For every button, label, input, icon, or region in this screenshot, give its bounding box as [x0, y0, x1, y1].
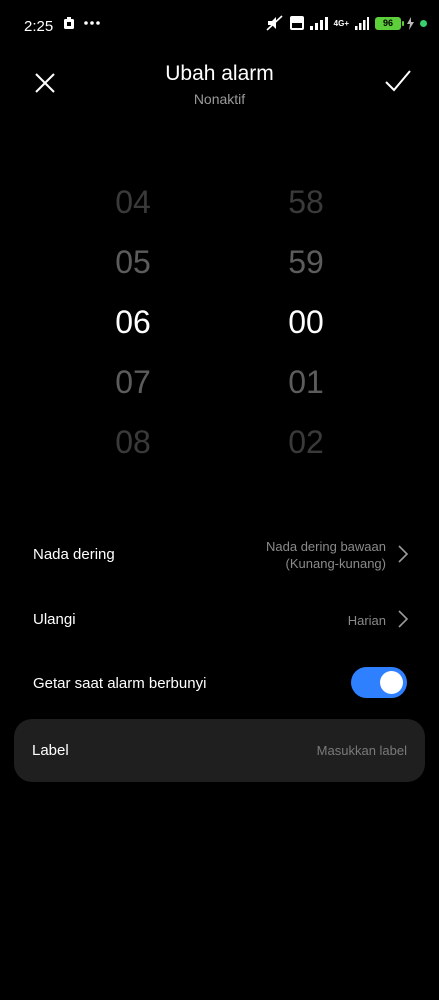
battery-level: 96: [382, 18, 393, 28]
hour-option[interactable]: 04: [93, 172, 173, 232]
vibrate-row: Getar saat alarm berbunyi: [0, 667, 439, 727]
hour-option[interactable]: 08: [93, 412, 173, 472]
toggle-knob: [380, 671, 403, 694]
dot-green-icon: [420, 19, 427, 27]
hour-option[interactable]: 07: [93, 352, 173, 412]
minute-selected[interactable]: 00: [266, 292, 346, 352]
mute-icon: [266, 15, 283, 31]
vibrate-label: Getar saat alarm berbunyi: [33, 675, 207, 692]
network-type: 4G+: [333, 18, 349, 28]
repeat-label: Ulangi: [33, 611, 76, 628]
label-title: Label: [32, 742, 69, 759]
charging-icon: [407, 16, 414, 30]
label-input[interactable]: Masukkan label: [317, 743, 407, 758]
hour-selected[interactable]: 06: [93, 292, 173, 352]
ringtone-value-line2: (Kunang-kunang): [285, 556, 386, 571]
repeat-row[interactable]: Ulangi Harian: [0, 590, 439, 650]
volte-icon: [289, 16, 304, 30]
alarm-status: Nonaktif: [193, 91, 246, 107]
chevron-right-icon: [398, 545, 409, 563]
chevron-right-icon: [398, 610, 409, 628]
ringtone-row[interactable]: Nada dering Nada dering bawaan (Kunang-k…: [0, 524, 439, 584]
vibrate-toggle[interactable]: [351, 667, 407, 698]
label-row[interactable]: Label Masukkan label: [14, 719, 425, 782]
minute-wheel[interactable]: 58 59 00 01 02: [266, 172, 346, 472]
header: Ubah alarm Nonaktif: [0, 54, 439, 124]
signal-4g-icon: [355, 16, 369, 30]
hour-option[interactable]: 05: [93, 232, 173, 292]
status-time: 2:25: [24, 18, 54, 35]
check-icon[interactable]: [383, 66, 413, 96]
minute-option[interactable]: 59: [266, 232, 346, 292]
battery-icon: 96: [375, 16, 404, 30]
minute-option[interactable]: 58: [266, 172, 346, 232]
status-bar: 2:25 4G+ 96: [0, 0, 439, 52]
signal-icon: [309, 16, 328, 30]
ringtone-value-line1: Nada dering bawaan: [266, 539, 386, 554]
ringtone-label: Nada dering: [33, 546, 115, 563]
page-title: Ubah alarm: [165, 62, 274, 85]
ringtone-value: Nada dering bawaan (Kunang-kunang): [266, 538, 386, 572]
minute-option[interactable]: 01: [266, 352, 346, 412]
time-picker[interactable]: 04 05 06 07 08 58 59 00 01 02: [0, 172, 439, 472]
minute-option[interactable]: 02: [266, 412, 346, 472]
repeat-value: Harian: [347, 613, 386, 628]
hour-wheel[interactable]: 04 05 06 07 08: [93, 172, 173, 472]
notification-icon: [64, 17, 74, 29]
more-dots-icon: [84, 21, 100, 25]
